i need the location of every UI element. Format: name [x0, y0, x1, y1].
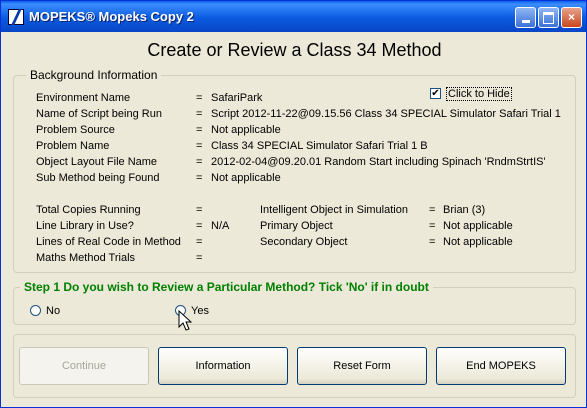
page-heading: Create or Review a Class 34 Method — [147, 40, 442, 60]
line-library-label: Line Library in Use? — [36, 220, 134, 232]
problem-name-label: Problem Name — [36, 140, 110, 152]
lines-of-code-eq: = — [196, 236, 203, 248]
hide-checkbox-label[interactable]: Click to Hide — [446, 87, 512, 101]
step1-legend: Step 1 Do you wish to Review a Particula… — [20, 280, 433, 294]
script-name-label: Name of Script being Run — [36, 108, 162, 120]
primary-object-label: Primary Object — [260, 220, 333, 232]
primary-object-eq: = — [429, 220, 436, 232]
secondary-object-eq: = — [429, 236, 436, 248]
line-library-value: N/A — [211, 220, 230, 232]
step1-group: Step 1 Do you wish to Review a Particula… — [13, 280, 576, 325]
continue-button[interactable]: Continue — [19, 347, 149, 385]
radio-yes-label[interactable]: Yes — [191, 305, 209, 317]
problem-name-eq: = — [196, 140, 203, 152]
maths-trials-label: Maths Method Trials — [36, 252, 136, 264]
reset-form-button[interactable]: Reset Form — [297, 347, 427, 385]
total-copies-eq: = — [196, 204, 203, 216]
radio-no-label[interactable]: No — [46, 305, 60, 317]
problem-source-value: Not applicable — [211, 124, 281, 136]
problem-name-value: Class 34 SPECIAL Simulator Safari Trial … — [211, 140, 428, 152]
script-name-eq: = — [196, 108, 203, 120]
maximize-button[interactable] — [538, 7, 559, 28]
total-copies-label: Total Copies Running — [36, 204, 141, 216]
layout-file-label: Object Layout File Name — [36, 156, 158, 168]
sub-method-label: Sub Method being Found — [36, 172, 160, 184]
close-button[interactable]: × — [561, 7, 582, 28]
title-bar[interactable]: MOPEKS® Mopeks Copy 2 × — [1, 1, 586, 32]
maximize-icon — [543, 12, 554, 24]
lines-of-code-label: Lines of Real Code in Method — [36, 236, 181, 248]
mouse-cursor-icon — [178, 310, 192, 331]
end-mopeks-button[interactable]: End MOPEKS — [436, 347, 566, 385]
environment-name-value: SafariPark — [211, 92, 263, 104]
environment-name-label: Environment Name — [36, 92, 131, 104]
app-icon — [8, 9, 24, 25]
sub-method-value: Not applicable — [211, 172, 281, 184]
script-name-value: Script 2012-11-22@09.15.56 Class 34 SPEC… — [211, 108, 561, 120]
intelligent-object-value: Brian (3) — [443, 204, 486, 216]
maths-trials-eq: = — [196, 252, 203, 264]
minimize-button[interactable] — [515, 7, 536, 28]
window-title: MOPEKS® Mopeks Copy 2 — [29, 9, 194, 24]
secondary-object-value: Not applicable — [443, 236, 513, 248]
layout-file-eq: = — [196, 156, 203, 168]
sub-method-eq: = — [196, 172, 203, 184]
secondary-object-label: Secondary Object — [260, 236, 348, 248]
background-info-legend: Background Information — [26, 68, 162, 82]
hide-checkbox[interactable]: ✔ — [430, 88, 441, 99]
minimize-icon — [521, 20, 530, 23]
problem-source-label: Problem Source — [36, 124, 115, 136]
radio-no[interactable] — [30, 305, 41, 316]
intelligent-object-eq: = — [429, 204, 436, 216]
information-button[interactable]: Information — [158, 347, 288, 385]
intelligent-object-label: Intelligent Object in Simulation — [260, 204, 408, 216]
close-icon: × — [567, 10, 575, 24]
primary-object-value: Not applicable — [443, 220, 513, 232]
problem-source-eq: = — [196, 124, 203, 136]
layout-file-value: 2012-02-04@09.20.01 Random Start includi… — [211, 156, 546, 168]
environment-name-eq: = — [196, 92, 203, 104]
line-library-eq: = — [196, 220, 203, 232]
main-window: MOPEKS® Mopeks Copy 2 × Create or Review… — [0, 0, 587, 408]
